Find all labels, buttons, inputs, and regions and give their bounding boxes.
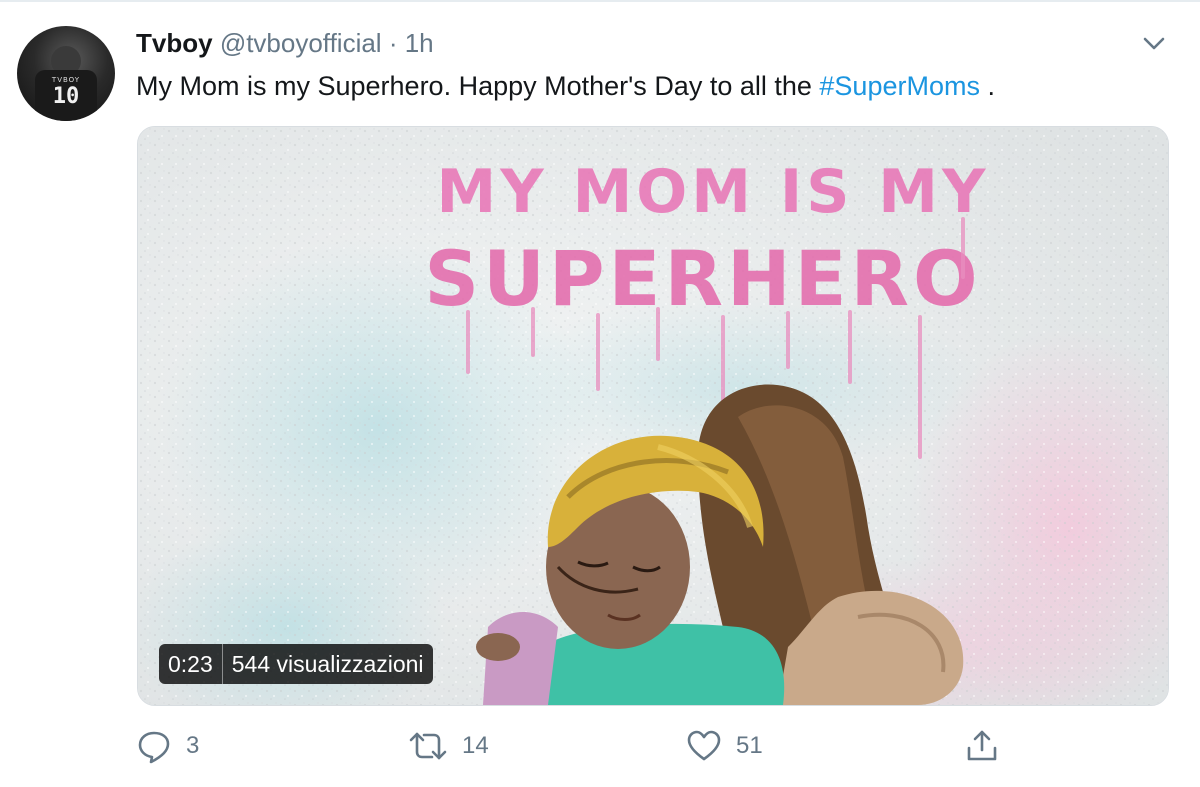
tweet-actions: 3 14 51 xyxy=(136,724,1036,768)
video-info-badge: 0:23 544 visualizzazioni xyxy=(159,644,433,684)
time-separator: · xyxy=(388,28,398,58)
avatar-shirt-number: 10 xyxy=(52,84,80,109)
tweet-header: Tvboy @tvboyofficial · 1h xyxy=(136,26,434,60)
reply-icon xyxy=(136,728,172,764)
share-button[interactable] xyxy=(964,724,1000,768)
video-duration: 0:23 xyxy=(168,650,213,677)
video-views: 544 visualizzazioni xyxy=(231,650,424,677)
top-divider xyxy=(0,0,1200,2)
tweet-text: My Mom is my Superhero. Happy Mother's D… xyxy=(136,68,995,104)
tweet-text-body: My Mom is my Superhero. Happy Mother's D… xyxy=(136,71,820,101)
retweet-count: 14 xyxy=(462,732,489,759)
avatar-shirt-text: TVBOY xyxy=(51,76,81,84)
retweet-button[interactable]: 14 xyxy=(408,724,489,768)
chevron-down-icon[interactable] xyxy=(1138,30,1170,58)
reply-count: 3 xyxy=(186,732,200,759)
video-thumbnail: MY MOM IS MY SUPERHERO xyxy=(138,127,1168,705)
mural-line-1: MY MOM IS MY xyxy=(437,157,990,227)
like-icon xyxy=(686,728,722,764)
video-player[interactable]: MY MOM IS MY SUPERHERO xyxy=(137,126,1169,706)
author-name[interactable]: Tvboy xyxy=(136,28,213,58)
author-handle[interactable]: @tvboyofficial xyxy=(220,28,382,58)
avatar[interactable]: TVBOY 10 xyxy=(17,26,115,121)
mural-line-2: SUPERHERO xyxy=(424,234,981,323)
tweet-text-end: . xyxy=(979,71,995,101)
reply-button[interactable]: 3 xyxy=(136,724,199,768)
retweet-icon xyxy=(408,728,448,764)
tweet-card[interactable]: TVBOY 10 Tvboy @tvboyofficial · 1h My Mo… xyxy=(0,0,1200,787)
share-icon xyxy=(964,728,1000,764)
like-button[interactable]: 51 xyxy=(686,724,763,768)
tweet-time[interactable]: 1h xyxy=(405,28,434,58)
like-count: 51 xyxy=(736,732,763,759)
hashtag-link[interactable]: #SuperMoms xyxy=(819,71,980,101)
